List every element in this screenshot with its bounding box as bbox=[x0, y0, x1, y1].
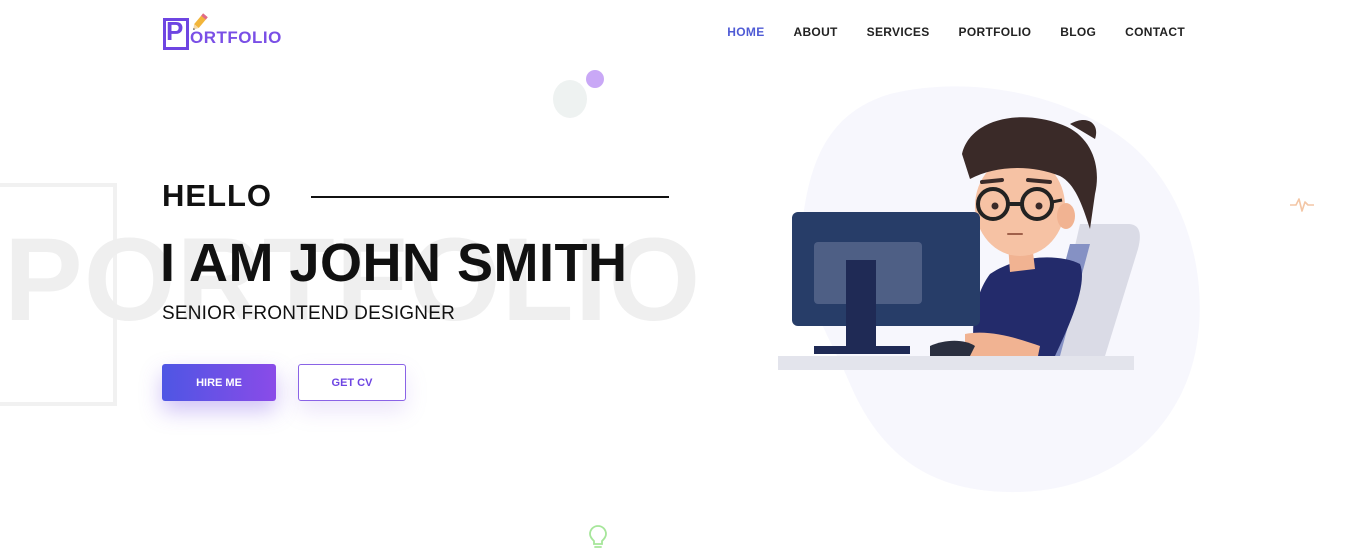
desk bbox=[778, 356, 1134, 370]
nav-home[interactable]: HOME bbox=[727, 24, 764, 40]
hero-greeting: HELLO bbox=[162, 178, 273, 213]
hire-me-button[interactable]: HIRE ME bbox=[162, 364, 276, 401]
nav-contact[interactable]: CONTACT bbox=[1125, 24, 1185, 40]
lightbulb-icon bbox=[589, 525, 607, 548]
developer-illustration bbox=[778, 86, 1200, 493]
hero-subtitle: SENIOR FRONTEND DESIGNER bbox=[162, 303, 455, 324]
logo-letter: P bbox=[166, 16, 184, 46]
main-nav: HOME ABOUT SERVICES PORTFOLIO BLOG CONTA… bbox=[698, 24, 1185, 40]
nav-about[interactable]: ABOUT bbox=[794, 24, 838, 40]
pencil-icon bbox=[193, 13, 208, 30]
nav-services[interactable]: SERVICES bbox=[867, 24, 930, 40]
hero-title: I AM JOHN SMITH bbox=[160, 233, 628, 293]
logo[interactable]: P ORTFOLIO bbox=[162, 12, 294, 54]
decorative-circle-purple bbox=[586, 70, 604, 88]
decorative-circle-grey bbox=[553, 80, 587, 118]
greeting-divider bbox=[311, 196, 669, 198]
pulse-icon bbox=[1290, 198, 1314, 212]
nav-portfolio[interactable]: PORTFOLIO bbox=[959, 24, 1032, 40]
nav-blog[interactable]: BLOG bbox=[1060, 24, 1096, 40]
get-cv-button[interactable]: GET CV bbox=[298, 364, 406, 401]
